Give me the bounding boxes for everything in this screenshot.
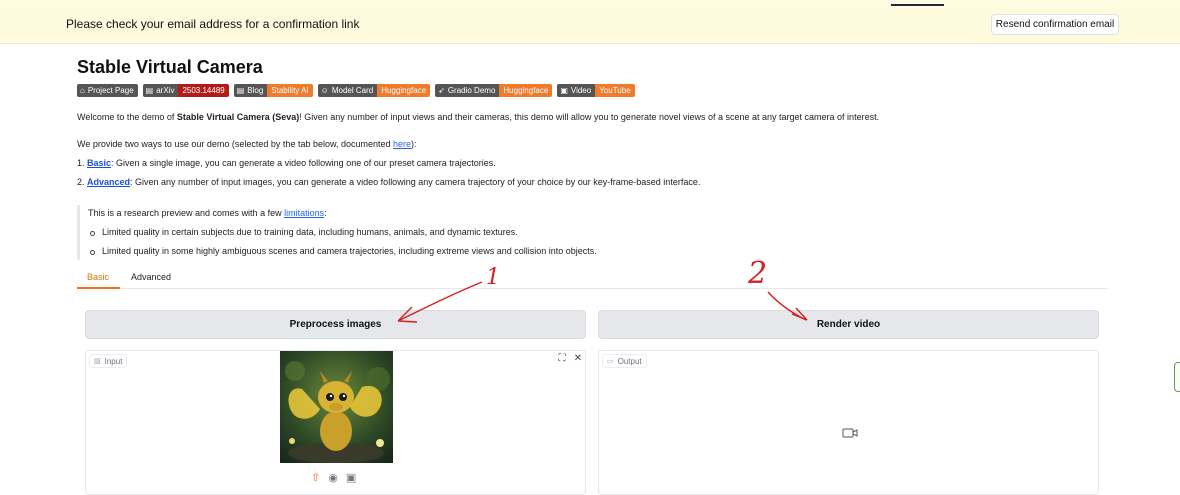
- confirmation-banner: Please check your email address for a co…: [0, 0, 1180, 44]
- note-text: This is a research preview and comes wit…: [88, 208, 285, 218]
- nav-active-indicator: [891, 4, 944, 6]
- usage-text: We provide two ways to use our demo (sel…: [77, 139, 394, 149]
- item-text: : Given any number of input images, you …: [130, 177, 701, 187]
- side-panel-handle[interactable]: [1174, 362, 1180, 392]
- usage-item-advanced: 2. Advanced: Given any number of input i…: [77, 177, 700, 187]
- page-title: Stable Virtual Camera: [77, 57, 263, 77]
- tab-basic[interactable]: Basic: [87, 272, 109, 282]
- badge-label: arXiv: [156, 86, 175, 95]
- clipboard-icon[interactable]: ▣: [346, 471, 356, 484]
- dragon-image: [280, 351, 393, 463]
- preprocess-images-button[interactable]: Preprocess images: [85, 310, 586, 339]
- output-label-text: Output: [617, 356, 642, 366]
- note-text: :: [324, 208, 327, 218]
- image-icon: ▨: [94, 358, 101, 365]
- item-number: 2.: [77, 177, 88, 187]
- advanced-link[interactable]: Advanced: [87, 177, 130, 187]
- badge-label: Project Page: [87, 86, 134, 95]
- badge-row: ⌂ Project Page ▤ arXiv 2503.14489 ▤ Blog St…: [77, 84, 635, 97]
- video-placeholder-icon: [842, 428, 858, 438]
- document-icon: ▤: [145, 86, 154, 95]
- close-icon[interactable]: ✕: [572, 353, 584, 365]
- input-label-text: Input: [104, 356, 123, 366]
- fullscreen-icon[interactable]: ⛶: [556, 353, 568, 365]
- item-number: 1.: [77, 158, 88, 168]
- smile-icon: ☺: [320, 86, 329, 95]
- image-source-toolbar: ⇧ ◉ ▣: [311, 471, 356, 484]
- upload-icon[interactable]: ⇧: [311, 471, 320, 484]
- bullet-marker: [90, 231, 95, 236]
- badge-label: Gradio Demo: [447, 86, 496, 95]
- limitations-note: This is a research preview and comes wit…: [77, 205, 637, 260]
- document-icon: ▤: [236, 86, 245, 95]
- video-icon: ▭: [607, 358, 614, 365]
- intro-text: Welcome to the demo of: [77, 112, 177, 122]
- basic-link[interactable]: Basic: [87, 158, 111, 168]
- usage-item-basic: 1. Basic: Given a single image, you can …: [77, 158, 496, 168]
- usage-paragraph: We provide two ways to use our demo (sel…: [77, 139, 417, 149]
- webcam-icon[interactable]: ◉: [328, 471, 338, 484]
- home-icon: ⌂: [80, 86, 85, 95]
- badge-value: Huggingface: [377, 84, 431, 97]
- badge-label: Video: [570, 86, 592, 95]
- usage-text: ):: [411, 139, 417, 149]
- badge-value: 2503.14489: [178, 84, 229, 97]
- render-video-button[interactable]: Render video: [598, 310, 1099, 339]
- intro-paragraph: Welcome to the demo of Stable Virtual Ca…: [77, 112, 879, 122]
- limitation-item: Limited quality in certain subjects due …: [102, 227, 518, 237]
- badge-gradio-demo[interactable]: ➶ Gradio Demo Huggingface: [435, 84, 553, 97]
- rocket-icon: ➶: [438, 86, 445, 95]
- badge-model-card[interactable]: ☺ Model Card Huggingface: [317, 84, 431, 97]
- badge-value: Huggingface: [499, 84, 553, 97]
- banner-message: Please check your email address for a co…: [66, 17, 360, 31]
- active-tab-indicator: [77, 287, 120, 289]
- bullet-marker: [90, 250, 95, 255]
- badge-value: YouTube: [595, 84, 635, 97]
- output-label: ▭ Output: [602, 354, 647, 368]
- limitations-link[interactable]: limitations: [284, 208, 324, 218]
- input-image-panel[interactable]: ▨ Input ⛶ ✕ ⇧ ◉ ▣: [85, 350, 586, 495]
- note-intro: This is a research preview and comes wit…: [88, 208, 327, 218]
- badge-label: Model Card: [331, 86, 374, 95]
- badge-video[interactable]: ▣ Video YouTube: [557, 84, 635, 97]
- limitation-item: Limited quality in some highly ambiguous…: [102, 246, 597, 256]
- badge-blog[interactable]: ▤ Blog Stability AI: [233, 84, 313, 97]
- intro-bold: Stable Virtual Camera (Seva): [176, 112, 300, 122]
- input-image-preview[interactable]: [280, 351, 393, 463]
- badge-value: Stability AI: [267, 84, 313, 97]
- mode-tabs: Basic Advanced: [77, 268, 1108, 289]
- input-label: ▨ Input: [89, 354, 128, 368]
- item-text: : Given a single image, you can generate…: [111, 158, 496, 168]
- badge-project-page[interactable]: ⌂ Project Page: [77, 84, 138, 97]
- badge-label: Blog: [247, 86, 264, 95]
- intro-text: ! Given any number of input views and th…: [299, 112, 880, 122]
- documentation-link[interactable]: here: [393, 139, 411, 149]
- tab-advanced[interactable]: Advanced: [131, 272, 171, 282]
- resend-confirmation-button[interactable]: Resend confirmation email: [991, 14, 1119, 35]
- output-video-panel: ▭ Output: [598, 350, 1099, 495]
- film-icon: ▣: [560, 86, 568, 95]
- badge-arxiv[interactable]: ▤ arXiv 2503.14489: [142, 84, 229, 97]
